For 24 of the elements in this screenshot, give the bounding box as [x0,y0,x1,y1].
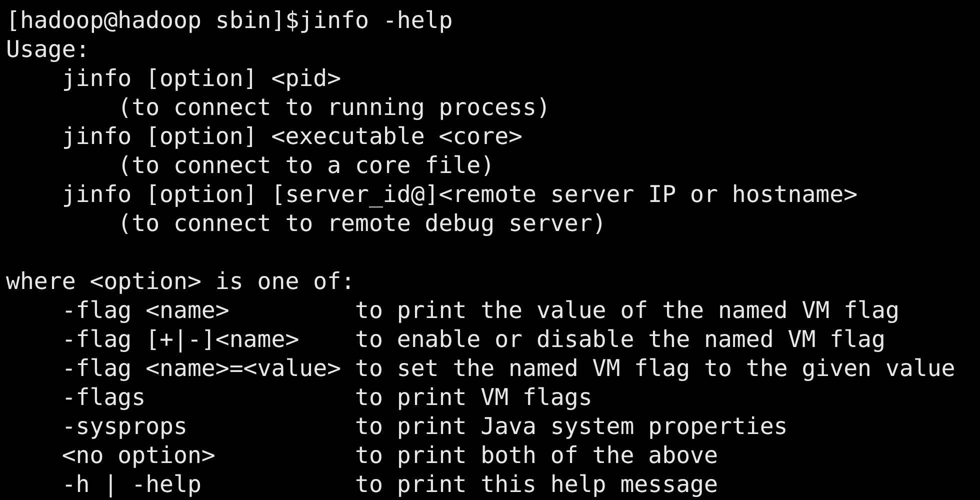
usage-note: (to connect to running process) [118,93,550,122]
option-description: to print the value of the named VM flag [354,296,900,325]
option-name: -h | -help [62,470,202,499]
option-name: <no option> [62,441,216,470]
option-description: to print both of the above [354,441,718,470]
option-description: to enable or disable the named VM flag [354,325,886,354]
option-name: -flag <name> [62,296,230,325]
command-text: jinfo -help [299,6,453,35]
option-description: to print VM flags [354,383,592,412]
usage-syntax: jinfo [option] <executable <core> [62,122,523,151]
option-name: -flags [62,383,146,412]
prompt-text: [hadoop@hadoop sbin]$ [6,6,300,35]
option-name: -sysprops [62,412,188,441]
output-heading: where <option> is one of: [6,267,356,296]
usage-syntax: jinfo [option] <pid> [62,64,342,93]
option-name: -flag <name>=<value> [62,354,342,383]
option-description: to print Java system properties [354,412,788,441]
option-name: -flag [+|-]<name> [62,325,300,354]
option-description: to set the named VM flag to the given value [354,354,956,383]
option-description: to print this help message [354,470,718,499]
usage-syntax: jinfo [option] [server_id@]<remote server IP or hostname> [62,180,858,209]
output-heading: Usage: [6,35,91,64]
usage-note: (to connect to a core file) [118,151,495,180]
usage-note: (to connect to remote debug server) [118,209,606,238]
